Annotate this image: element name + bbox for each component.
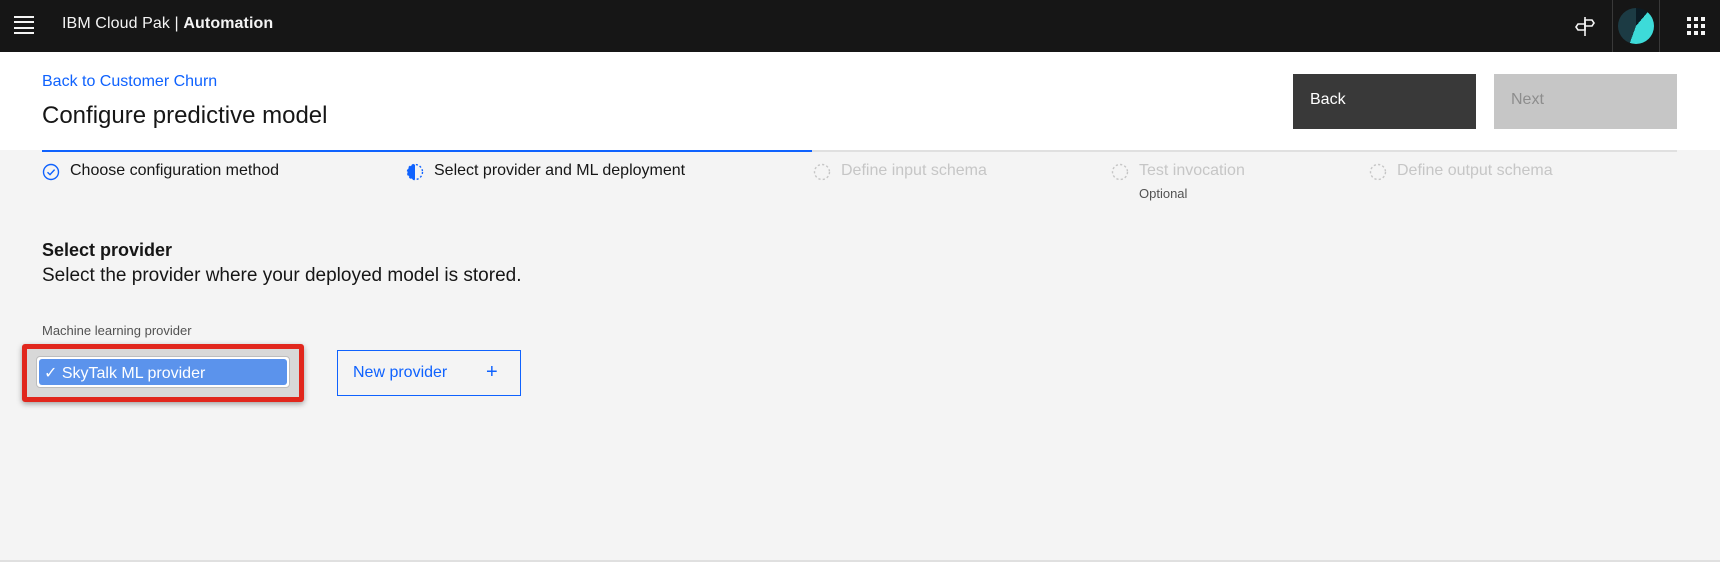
incomplete-circle-icon: [813, 163, 831, 181]
app-switcher-icon[interactable]: [1672, 0, 1720, 52]
page-header: Back to Customer Churn Configure predict…: [0, 52, 1720, 150]
progress-fill: [42, 150, 812, 152]
section-description: Select the provider where your deployed …: [42, 265, 522, 286]
incomplete-circle-icon: [1111, 163, 1129, 181]
back-button[interactable]: Back: [1293, 74, 1476, 129]
checkmark-outline-icon: [42, 163, 60, 181]
new-provider-label: New provider: [353, 364, 448, 381]
plus-icon: +: [486, 361, 498, 383]
incomplete-circle-icon: [1369, 163, 1387, 181]
provider-select-dropdown[interactable]: ✓ SkyTalk ML provider: [36, 356, 290, 388]
step-label: Test invocation: [1139, 162, 1245, 179]
in-progress-icon: [406, 163, 424, 181]
step-label: Define input schema: [841, 162, 987, 179]
new-provider-button[interactable]: New provider +: [337, 350, 521, 396]
step-label: Select provider and ML deployment: [434, 162, 686, 179]
step-test-invocation[interactable]: Test invocation Optional: [1111, 162, 1245, 201]
next-button[interactable]: Next: [1494, 74, 1677, 129]
avatar: [1618, 8, 1654, 44]
signpost-icon: [1575, 17, 1595, 36]
step-label: Define output schema: [1397, 162, 1553, 179]
provider-option-selected[interactable]: ✓ SkyTalk ML provider: [39, 359, 287, 385]
page-title: Configure predictive model: [42, 102, 328, 129]
brand-name[interactable]: IBM Cloud Pak | Automation: [62, 15, 273, 33]
provider-field-label: Machine learning provider: [42, 323, 192, 338]
top-header: IBM Cloud Pak | Automation: [0, 0, 1720, 52]
brand-prefix: IBM Cloud Pak: [62, 15, 171, 32]
step-optional-label: Optional: [1139, 186, 1188, 201]
step-label: Choose configuration method: [70, 162, 280, 179]
brand-separator: |: [170, 15, 184, 32]
step-define-input-schema[interactable]: Define input schema: [813, 162, 987, 181]
guide-icon[interactable]: [1565, 0, 1605, 52]
user-avatar-button[interactable]: [1612, 0, 1660, 52]
menu-icon[interactable]: [14, 16, 34, 34]
brand-product: Automation: [183, 15, 274, 32]
step-select-provider[interactable]: Select provider and ML deployment: [406, 162, 685, 181]
back-to-customer-churn-link[interactable]: Back to Customer Churn: [42, 73, 217, 91]
grid-icon: [1687, 17, 1705, 35]
section-title: Select provider: [42, 240, 173, 260]
step-choose-configuration-method[interactable]: Choose configuration method: [42, 162, 279, 181]
step-define-output-schema[interactable]: Define output schema: [1369, 162, 1553, 181]
